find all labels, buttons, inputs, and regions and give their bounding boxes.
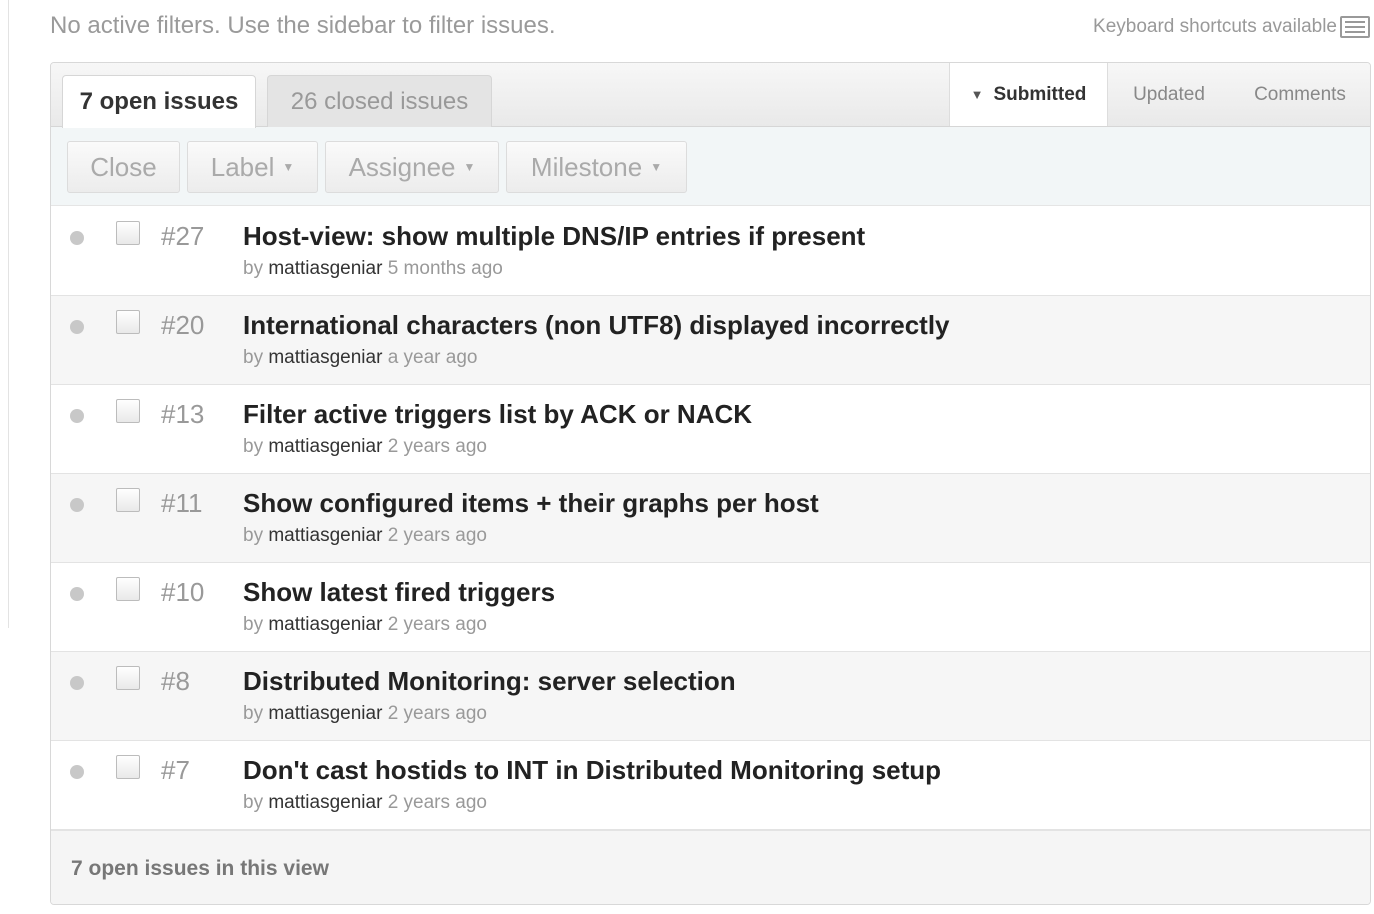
label-button-text: Label	[210, 151, 275, 182]
issue-author-link[interactable]: mattiasgeniar	[268, 525, 382, 546]
sort-caret-icon: ▼	[970, 87, 984, 102]
open-status-icon	[70, 676, 84, 690]
issue-row: #27 Host-view: show multiple DNS/IP entr…	[51, 207, 1370, 296]
issue-select-checkbox[interactable]	[116, 755, 140, 779]
open-status-icon	[70, 231, 84, 245]
issue-row: #11 Show configured items + their graphs…	[51, 474, 1370, 563]
issue-meta: by mattiasgeniar 2 years ago	[243, 792, 487, 814]
sidebar-divider	[8, 0, 9, 628]
issue-list: #27 Host-view: show multiple DNS/IP entr…	[51, 207, 1370, 830]
issue-row: #10 Show latest fired triggers by mattia…	[51, 563, 1370, 652]
meta-by: by	[243, 347, 264, 368]
assignee-dropdown-button[interactable]: Assignee ▼	[325, 141, 499, 193]
milestone-dropdown-button[interactable]: Milestone ▼	[506, 141, 687, 193]
open-status-icon	[70, 498, 84, 512]
issue-title-link[interactable]: Distributed Monitoring: server selection	[243, 666, 736, 697]
issue-author-link[interactable]: mattiasgeniar	[268, 703, 382, 724]
keyboard-shortcuts-label: Keyboard shortcuts available	[1093, 16, 1337, 37]
meta-by: by	[243, 258, 264, 279]
issue-title-link[interactable]: Show configured items + their graphs per…	[243, 488, 819, 519]
keyboard-shortcuts-link[interactable]: Keyboard shortcuts available	[1093, 16, 1370, 38]
filter-status-text: No active filters. Use the sidebar to fi…	[50, 12, 556, 39]
milestone-button-text: Milestone	[530, 151, 643, 182]
sort-submitted-label: Submitted	[993, 83, 1087, 105]
issue-row: #13 Filter active triggers list by ACK o…	[51, 385, 1370, 474]
issue-select-checkbox[interactable]	[116, 221, 140, 245]
issue-count-footer: 7 open issues in this view	[51, 830, 1370, 904]
issue-number: #11	[161, 488, 203, 518]
issue-row: #8 Distributed Monitoring: server select…	[51, 652, 1370, 741]
issue-number: #7	[161, 755, 190, 785]
issue-number: #10	[161, 577, 205, 607]
issue-select-checkbox[interactable]	[116, 310, 140, 334]
issue-meta: by mattiasgeniar 2 years ago	[243, 614, 487, 636]
issues-panel: 7 open issues 26 closed issues ▼ Submitt…	[50, 62, 1371, 905]
chevron-down-icon: ▼	[282, 160, 295, 174]
issue-number: #27	[161, 221, 205, 251]
issue-age: 2 years ago	[387, 525, 487, 546]
issue-title-link[interactable]: International characters (non UTF8) disp…	[243, 310, 950, 341]
open-status-icon	[70, 409, 84, 423]
sort-updated[interactable]: Updated	[1108, 63, 1230, 126]
issue-age: 5 months ago	[387, 258, 503, 279]
meta-by: by	[243, 525, 264, 546]
issue-title-link[interactable]: Filter active triggers list by ACK or NA…	[243, 399, 752, 430]
issue-select-checkbox[interactable]	[116, 399, 140, 423]
sort-submitted[interactable]: ▼ Submitted	[949, 63, 1108, 126]
sort-comments[interactable]: Comments	[1230, 63, 1370, 126]
label-dropdown-button[interactable]: Label ▼	[187, 141, 318, 193]
issue-title-link[interactable]: Don't cast hostids to INT in Distributed…	[243, 755, 941, 786]
issue-author-link[interactable]: mattiasgeniar	[268, 792, 382, 813]
sort-options: ▼ Submitted Updated Comments	[949, 63, 1370, 126]
issue-age: 2 years ago	[387, 792, 487, 813]
issue-age: a year ago	[387, 347, 478, 368]
issue-number: #20	[161, 310, 205, 340]
assignee-button-text: Assignee	[348, 151, 456, 182]
close-button[interactable]: Close	[67, 141, 180, 193]
issue-author-link[interactable]: mattiasgeniar	[268, 436, 382, 457]
issue-author-link[interactable]: mattiasgeniar	[268, 347, 382, 368]
issue-select-checkbox[interactable]	[116, 666, 140, 690]
issue-author-link[interactable]: mattiasgeniar	[268, 614, 382, 635]
issue-meta: by mattiasgeniar 2 years ago	[243, 436, 487, 458]
tab-closed-issues[interactable]: 26 closed issues	[267, 75, 492, 128]
tab-open-issues[interactable]: 7 open issues	[62, 75, 256, 128]
chevron-down-icon: ▼	[463, 160, 476, 174]
issue-age: 2 years ago	[387, 614, 487, 635]
issue-meta: by mattiasgeniar 5 months ago	[243, 258, 503, 280]
meta-by: by	[243, 436, 264, 457]
issue-age: 2 years ago	[387, 703, 487, 724]
issue-row: #7 Don't cast hostids to INT in Distribu…	[51, 741, 1370, 830]
issue-meta: by mattiasgeniar 2 years ago	[243, 703, 487, 725]
issue-title-link[interactable]: Show latest fired triggers	[243, 577, 555, 608]
issue-state-tabs: 7 open issues 26 closed issues ▼ Submitt…	[51, 63, 1370, 128]
issue-meta: by mattiasgeniar a year ago	[243, 347, 478, 369]
issue-author-link[interactable]: mattiasgeniar	[268, 258, 382, 279]
keyboard-icon	[1340, 16, 1370, 38]
issue-number: #8	[161, 666, 190, 696]
open-status-icon	[70, 320, 84, 334]
issue-title-link[interactable]: Host-view: show multiple DNS/IP entries …	[243, 221, 865, 252]
open-status-icon	[70, 765, 84, 779]
issue-age: 2 years ago	[387, 436, 487, 457]
issue-number: #13	[161, 399, 205, 429]
issue-row: #20 International characters (non UTF8) …	[51, 296, 1370, 385]
issue-select-checkbox[interactable]	[116, 488, 140, 512]
meta-by: by	[243, 703, 264, 724]
issue-meta: by mattiasgeniar 2 years ago	[243, 525, 487, 547]
open-status-icon	[70, 587, 84, 601]
meta-by: by	[243, 792, 264, 813]
chevron-down-icon: ▼	[650, 160, 663, 174]
bulk-actions-toolbar: Close Label ▼ Assignee ▼ Milestone ▼	[51, 127, 1370, 206]
issue-select-checkbox[interactable]	[116, 577, 140, 601]
meta-by: by	[243, 614, 264, 635]
